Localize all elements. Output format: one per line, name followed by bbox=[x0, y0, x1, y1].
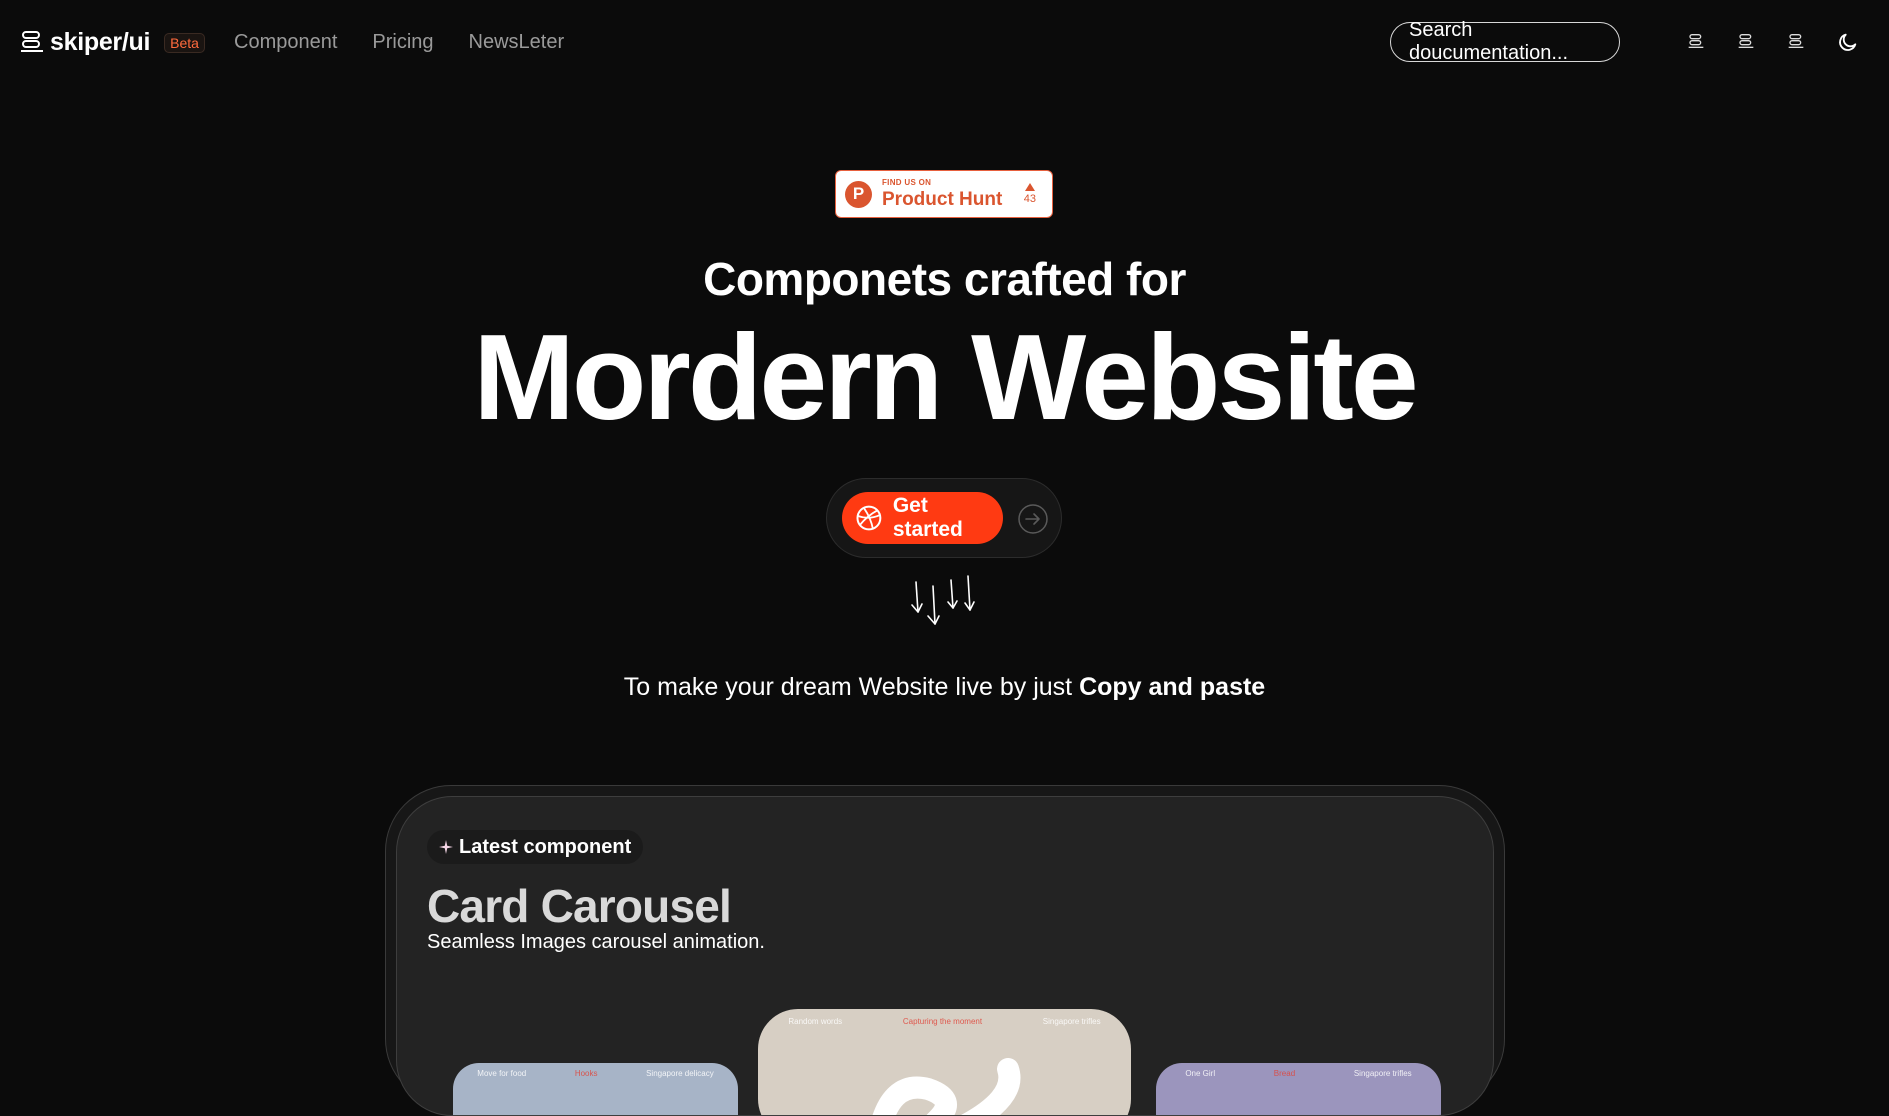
hero-tagline: To make your dream Website live by just … bbox=[0, 673, 1889, 702]
dribbble-icon bbox=[856, 505, 882, 531]
tagline-bold: Copy and paste bbox=[1079, 673, 1266, 701]
tagline-regular: To make your dream Website live by just bbox=[623, 673, 1073, 701]
nav-links: Component Pricing NewsLeter bbox=[234, 31, 564, 54]
upvote-triangle-icon bbox=[1024, 182, 1035, 191]
carousel-slide[interactable]: Move for food Hooks Singapore delicacy bbox=[453, 1063, 738, 1115]
search-input[interactable]: Search doucumentation... bbox=[1390, 19, 1620, 64]
top-navbar: skiper/ui Beta Component Pricing NewsLet… bbox=[0, 0, 1889, 86]
latest-component-card[interactable]: Latest component Card Carousel Seamless … bbox=[396, 796, 1494, 1116]
arrow-right-icon[interactable] bbox=[1017, 503, 1049, 535]
latest-component-chip: Latest component bbox=[427, 830, 644, 864]
skiper-logo-icon bbox=[21, 30, 43, 52]
nav-link-component[interactable]: Component bbox=[234, 31, 337, 54]
brand-name: skiper/ui bbox=[50, 28, 151, 56]
brand-logo[interactable]: skiper/ui Beta bbox=[20, 28, 205, 57]
search-placeholder: Search doucumentation... bbox=[1409, 19, 1568, 64]
component-title: Card Carousel bbox=[427, 880, 732, 932]
sparkle-icon bbox=[439, 840, 453, 854]
hero-title: Mordern Website bbox=[473, 309, 1418, 445]
cta-container: Get started bbox=[826, 478, 1062, 558]
product-hunt-icon: P bbox=[845, 180, 872, 208]
carousel-slide-active[interactable]: Random words Capturing the moment Singap… bbox=[758, 1009, 1131, 1115]
get-started-button[interactable]: Get started bbox=[842, 492, 1003, 544]
product-hunt-badge[interactable]: P FIND US ON Product Hunt 43 bbox=[835, 170, 1053, 218]
hand-drawn-arrows-icon bbox=[911, 575, 975, 625]
moon-icon[interactable] bbox=[1837, 31, 1859, 53]
chip-label: Latest component bbox=[459, 835, 632, 858]
upvote-count: 43 bbox=[1024, 182, 1036, 205]
product-hunt-caption: FIND US ON bbox=[882, 178, 932, 187]
skiper-logo-icon[interactable] bbox=[1735, 31, 1757, 53]
component-description: Seamless Images carousel animation. bbox=[427, 931, 765, 953]
squiggle-artwork bbox=[872, 1058, 1021, 1115]
skiper-logo-icon[interactable] bbox=[1685, 31, 1707, 53]
skiper-logo-icon[interactable] bbox=[1785, 31, 1807, 53]
nav-link-pricing[interactable]: Pricing bbox=[372, 31, 433, 54]
get-started-label: Get started bbox=[892, 494, 963, 541]
hero-subtitle: Componets crafted for bbox=[703, 253, 1186, 305]
nav-link-newsletter[interactable]: NewsLeter bbox=[469, 31, 565, 54]
beta-badge: Beta bbox=[164, 32, 205, 53]
product-hunt-name: Product Hunt bbox=[882, 189, 1003, 210]
carousel-slide[interactable]: One Girl Bread Singapore trifles bbox=[1156, 1063, 1441, 1115]
